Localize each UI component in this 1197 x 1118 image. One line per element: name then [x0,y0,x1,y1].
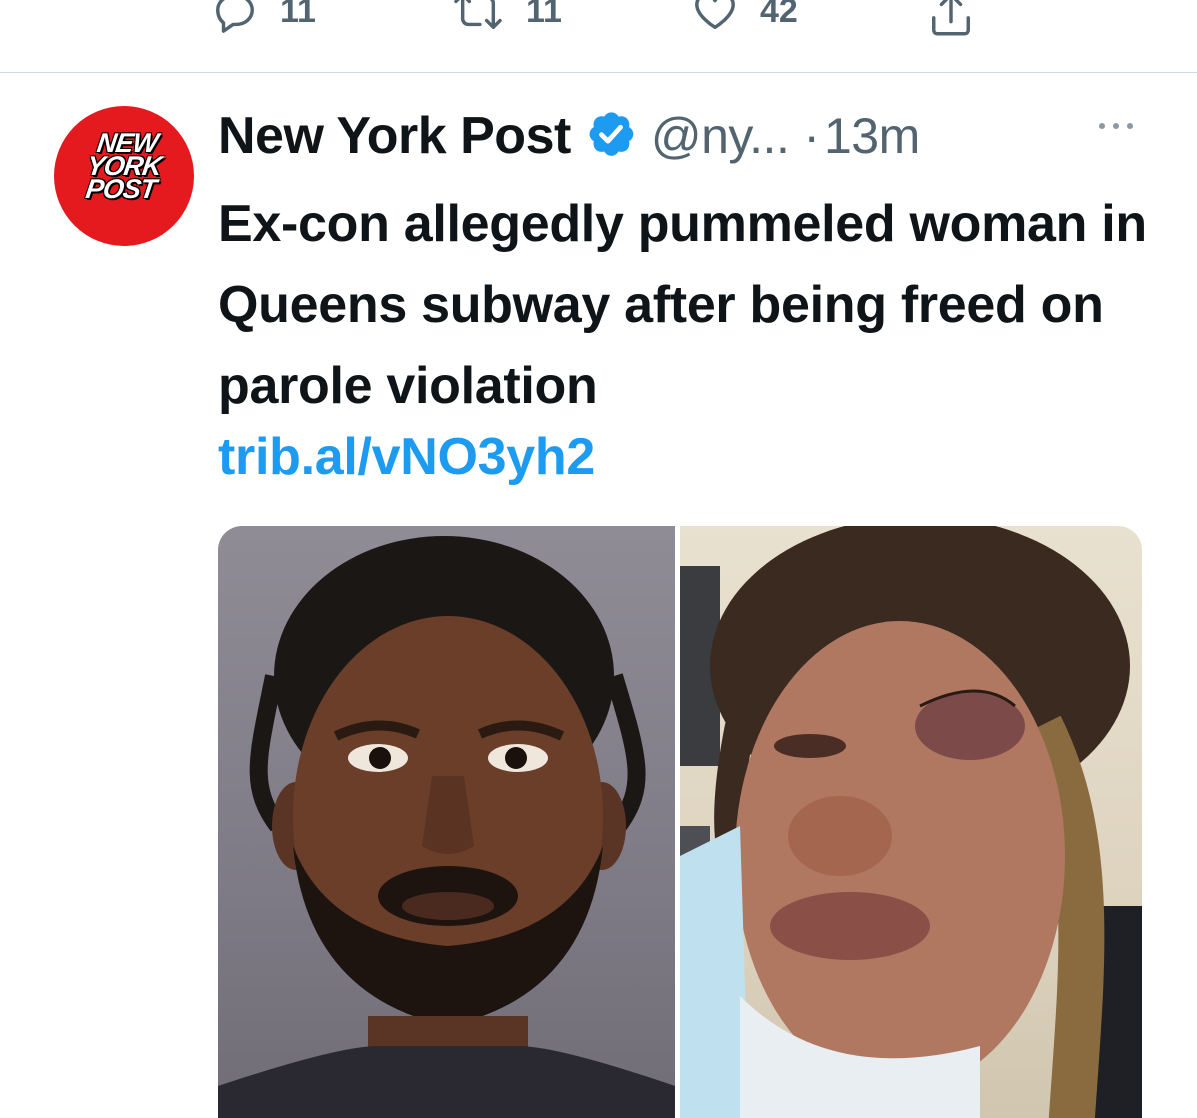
retweet-icon [454,0,502,30]
reply-icon [216,0,254,33]
media-photo-left[interactable] [218,526,675,1118]
more-options-button[interactable] [1096,118,1136,139]
tweet-text: Ex-con allegedly pummeled woman in Queen… [218,195,1147,415]
like-count: 42 [760,0,798,30]
reply-button[interactable]: 11 [212,0,316,34]
portrait-illustration-right [680,526,1142,1118]
portrait-illustration-left [218,536,675,1118]
tweet-timestamp[interactable]: 13m [824,107,920,165]
share-icon [932,0,970,36]
retweet-button[interactable]: 11 [452,0,562,34]
share-button[interactable] [928,0,974,40]
like-button[interactable]: 42 [692,0,798,34]
more-options-icon [1099,123,1133,129]
user-handle[interactable]: @ny... [651,107,790,165]
tweet-header: New York Post @ny... · 13m [218,104,1158,168]
retweet-count: 11 [526,0,562,30]
media-photo-right[interactable] [680,526,1142,1118]
verified-badge-icon [585,108,637,165]
avatar[interactable]: NEW YORK POST [54,106,194,246]
tweet-media[interactable] [218,526,1142,1118]
tweet-divider [0,72,1197,73]
tweet-timeline: 11 11 42 NEW YORK POST New York Post @ny… [0,0,1197,1118]
logo-line-3: POST [83,174,158,204]
tweet-link[interactable]: trib.al/vNO3yh2 [218,422,595,492]
heart-icon [695,0,735,30]
display-name[interactable]: New York Post [218,106,571,166]
header-separator: · [803,108,820,164]
new-york-post-logo: NEW YORK POST [67,128,181,204]
previous-tweet-action-bar: 11 11 42 [0,0,1197,38]
reply-count: 11 [280,0,316,30]
